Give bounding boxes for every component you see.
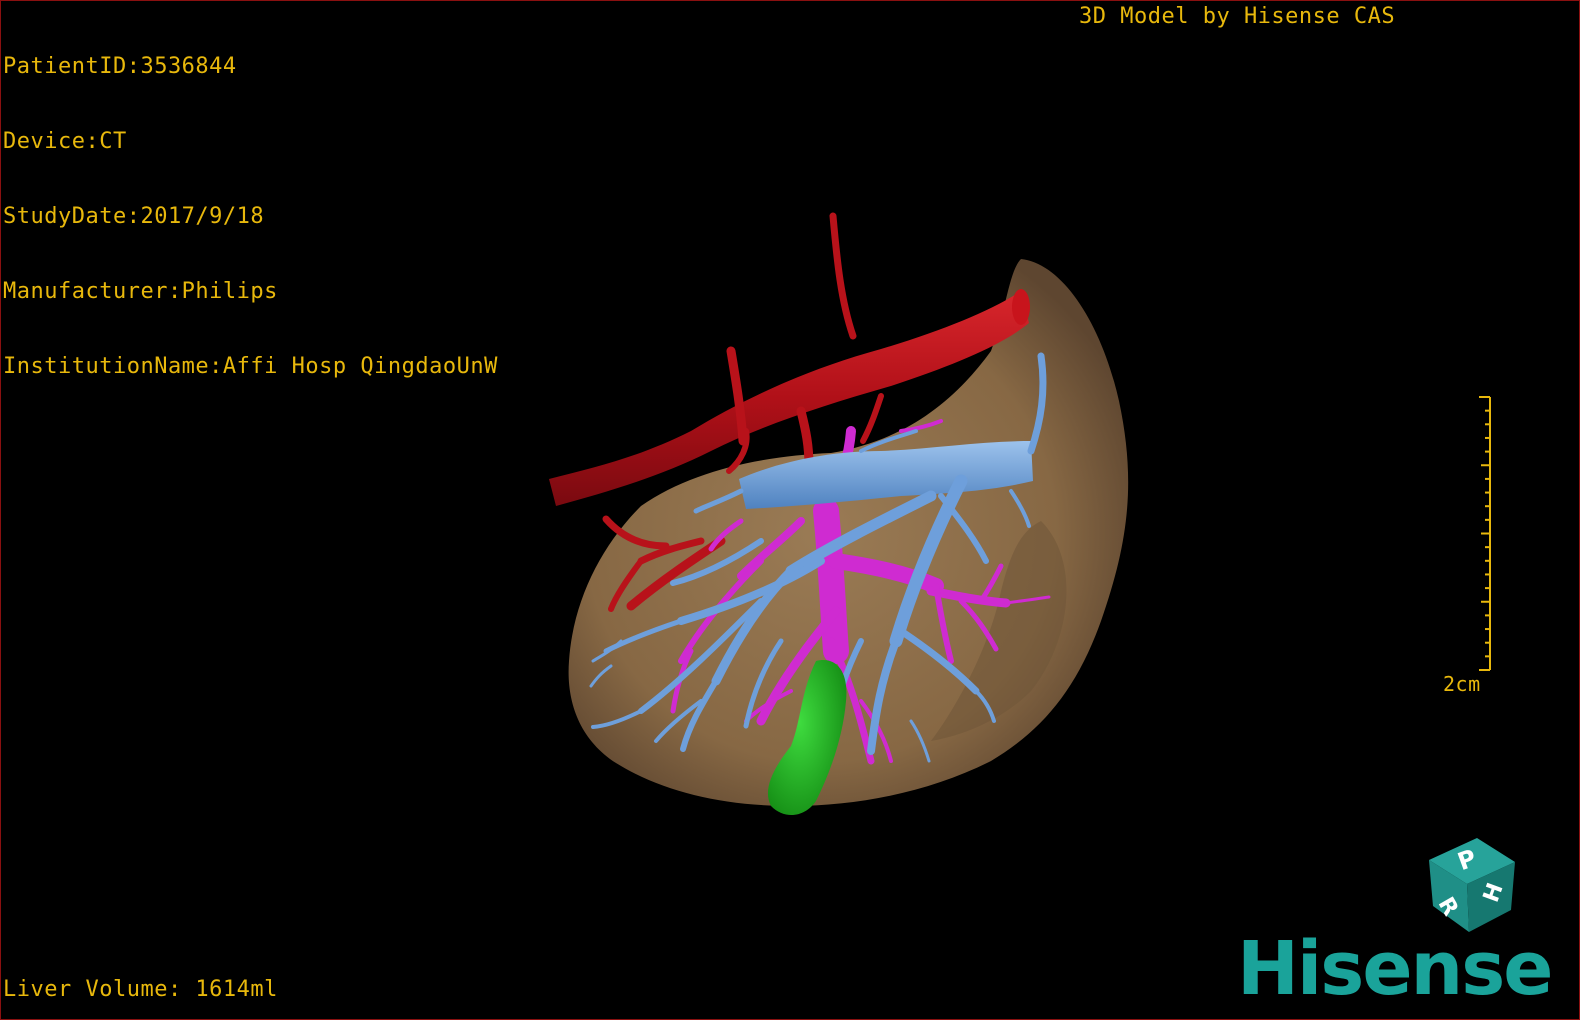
orientation-cube[interactable]: P H R <box>1419 834 1523 938</box>
device: Device:CT <box>3 129 127 154</box>
vena-cava-end <box>1012 289 1030 325</box>
liver-volume: Liver Volume: 1614ml <box>3 977 278 1002</box>
3d-viewport[interactable]: PatientID:3536844 Device:CT StudyDate:20… <box>0 0 1580 1020</box>
manufacturer: Manufacturer:Philips <box>3 279 278 304</box>
model-credit: 3D Model by Hisense CAS <box>1079 4 1396 29</box>
hisense-logo: Hisense <box>1237 926 1553 1012</box>
scale-bar <box>1479 396 1491 671</box>
study-date: StudyDate:2017/9/18 <box>3 204 265 229</box>
patient-info-block: PatientID:3536844 Device:CT StudyDate:20… <box>3 4 498 429</box>
institution-name: InstitutionName:Affi Hosp QingdaoUnW <box>3 354 498 379</box>
patient-id: PatientID:3536844 <box>3 54 237 79</box>
scale-label: 2cm <box>1443 672 1481 696</box>
